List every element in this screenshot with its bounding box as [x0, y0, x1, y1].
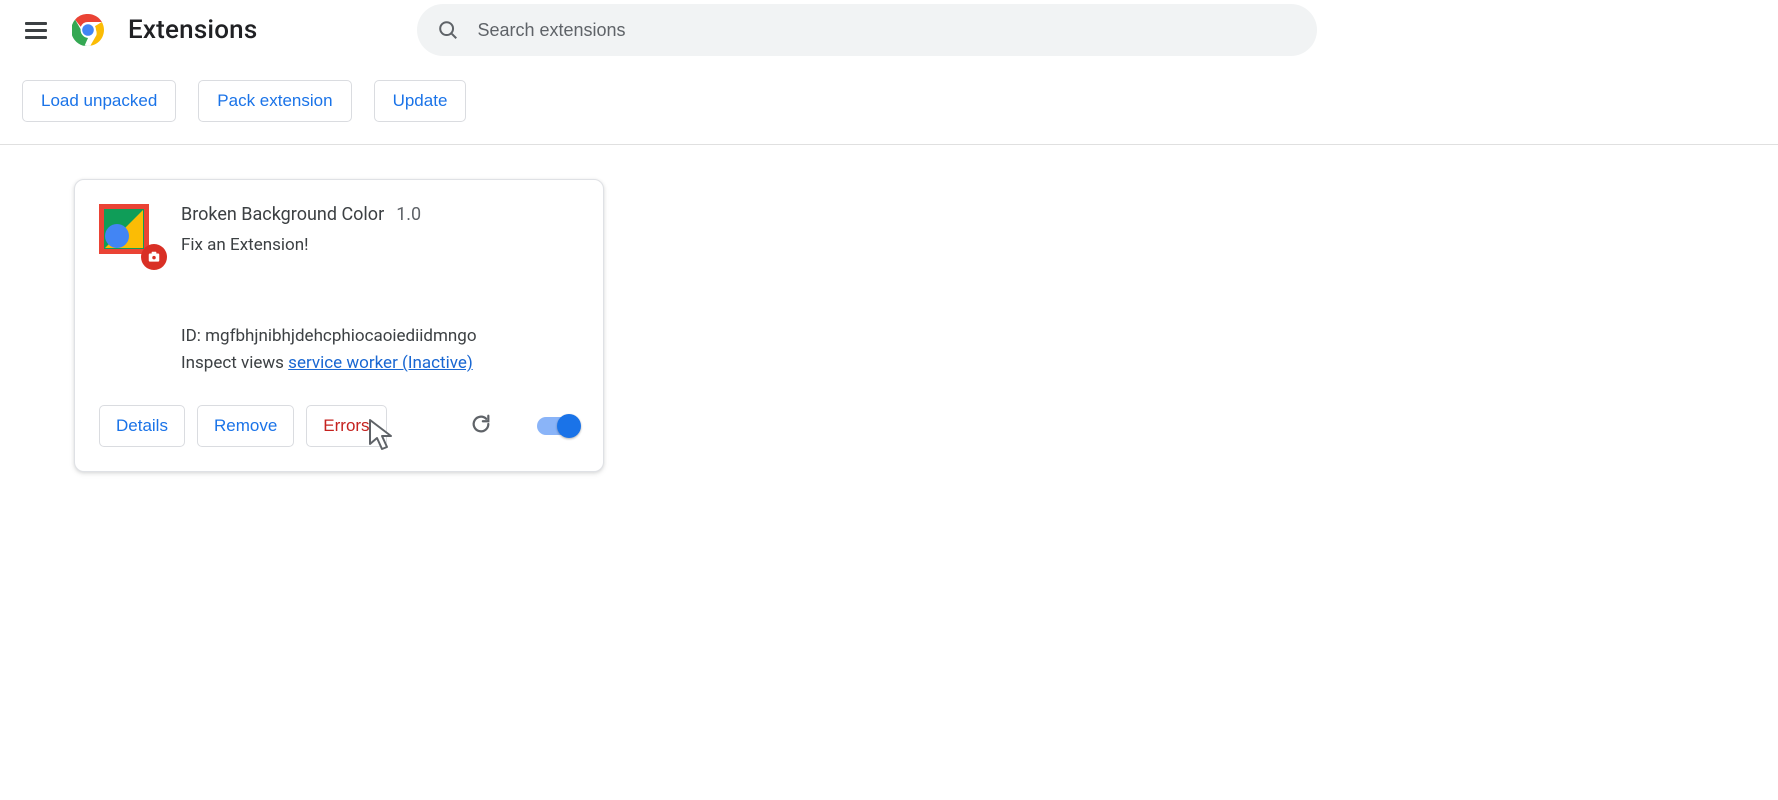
reload-icon — [470, 413, 492, 439]
extension-id-value: mgfbhjnibhjdehcphiocaoiediidmngo — [205, 326, 476, 346]
remove-button[interactable]: Remove — [197, 405, 294, 447]
search-icon — [437, 19, 459, 41]
enable-toggle[interactable] — [537, 417, 579, 435]
pack-extension-button[interactable]: Pack extension — [198, 80, 351, 122]
extension-card: Broken Background Color 1.0 Fix an Exten… — [74, 179, 604, 472]
search-input[interactable] — [477, 20, 1297, 41]
update-button[interactable]: Update — [374, 80, 467, 122]
inspect-views-row: Inspect views service worker (Inactive) — [181, 350, 579, 377]
chrome-logo-icon — [72, 14, 104, 46]
inspect-views-label: Inspect views — [181, 353, 288, 373]
extension-version: 1.0 — [396, 204, 421, 225]
extension-name: Broken Background Color — [181, 204, 384, 225]
header: Extensions — [0, 0, 1778, 60]
load-unpacked-button[interactable]: Load unpacked — [22, 80, 176, 122]
main-menu-button[interactable] — [16, 10, 56, 50]
extension-icon — [99, 204, 155, 260]
dev-toolbar: Load unpacked Pack extension Update — [0, 60, 1778, 145]
details-button[interactable]: Details — [99, 405, 185, 447]
extension-description: Fix an Extension! — [181, 235, 579, 255]
reload-extension-button[interactable] — [463, 408, 499, 444]
extensions-list: Broken Background Color 1.0 Fix an Exten… — [0, 145, 1778, 506]
extension-id-row: ID: mgfbhjnibhjdehcphiocaoiediidmngo — [181, 323, 579, 350]
search-container[interactable] — [417, 4, 1317, 56]
extension-id-label: ID: — [181, 326, 205, 346]
hamburger-icon — [25, 18, 47, 43]
unpacked-badge-icon — [141, 244, 167, 270]
errors-button[interactable]: Errors — [306, 405, 386, 447]
page-title: Extensions — [128, 15, 257, 45]
service-worker-link[interactable]: service worker (Inactive) — [288, 353, 473, 373]
